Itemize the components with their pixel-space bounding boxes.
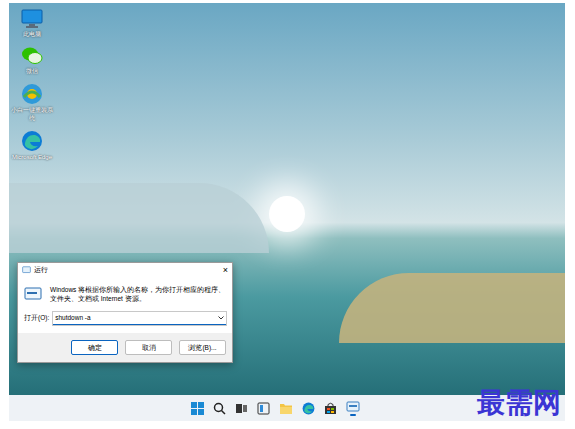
run-program-icon (24, 287, 42, 301)
task-view-icon[interactable] (235, 402, 248, 415)
run-icon (346, 401, 360, 413)
page: 此电脑微信小白一键重装系统 Microsoft Edge 运行 × Windows 将根… (0, 0, 575, 429)
file-explorer-icon[interactable] (279, 402, 293, 415)
dialog-button[interactable]: 取消 (125, 340, 172, 356)
desktop-icon-label: Microsoft Edge (10, 154, 54, 161)
desktop-icon-label: 此电脑 (10, 31, 54, 38)
dialog-button[interactable]: 确定 (71, 340, 118, 356)
start-icon[interactable] (191, 402, 204, 415)
desktop-icon-label: 小白一键重装系统 (10, 107, 54, 121)
open-label: 打开(O): (24, 313, 49, 323)
desktop-icon[interactable]: 小白一键重装系统 (10, 83, 54, 121)
grass (339, 273, 565, 343)
search-icon[interactable] (213, 402, 226, 415)
desktop: 此电脑微信小白一键重装系统 Microsoft Edge 运行 × Windows 将根… (9, 3, 565, 395)
edge-icon[interactable] (302, 402, 315, 415)
pc-icon (21, 9, 43, 29)
dialog-title: 运行 (34, 265, 48, 276)
wechat-icon (21, 46, 43, 66)
dropdown-icon[interactable] (218, 316, 224, 320)
desktop-icon-label: 微信 (10, 68, 54, 75)
active-indicator (350, 414, 356, 416)
dialog-button[interactable]: 浏览(B)... (179, 340, 226, 356)
sun (269, 196, 305, 232)
dialog-body: Windows 将根据你所输入的名称，为你打开相应的程序、文件夹、文档或 Int… (18, 277, 232, 333)
edge-icon (21, 130, 43, 152)
desktop-icons: 此电脑微信小白一键重装系统 Microsoft Edge (9, 3, 53, 161)
desktop-icon[interactable]: 微信 (10, 46, 54, 75)
desktop-icon[interactable]: 此电脑 (10, 9, 54, 38)
desktop-icon[interactable]: Microsoft Edge (10, 130, 54, 161)
taskbar-icons (191, 401, 360, 416)
hills (9, 183, 269, 253)
run-taskbar-item[interactable] (346, 401, 360, 416)
watermark: 最需网 (477, 389, 561, 417)
close-button[interactable]: × (219, 263, 232, 277)
widgets-icon[interactable] (257, 402, 270, 415)
title-bar: 运行 × (18, 263, 232, 277)
store-icon[interactable] (324, 402, 337, 415)
run-icon (22, 266, 31, 274)
button-bar: 确定取消浏览(B)... (18, 333, 232, 363)
command-input[interactable]: shutdown -a (53, 312, 226, 325)
xiaobai-icon (21, 83, 43, 105)
description: Windows 将根据你所输入的名称，为你打开相应的程序、文件夹、文档或 Int… (50, 285, 226, 304)
screen: 此电脑微信小白一键重装系统 Microsoft Edge 运行 × Windows 将根… (9, 3, 565, 421)
run-dialog[interactable]: 运行 × Windows 将根据你所输入的名称，为你打开相应的程序、文件夹、文档或 … (17, 262, 233, 363)
